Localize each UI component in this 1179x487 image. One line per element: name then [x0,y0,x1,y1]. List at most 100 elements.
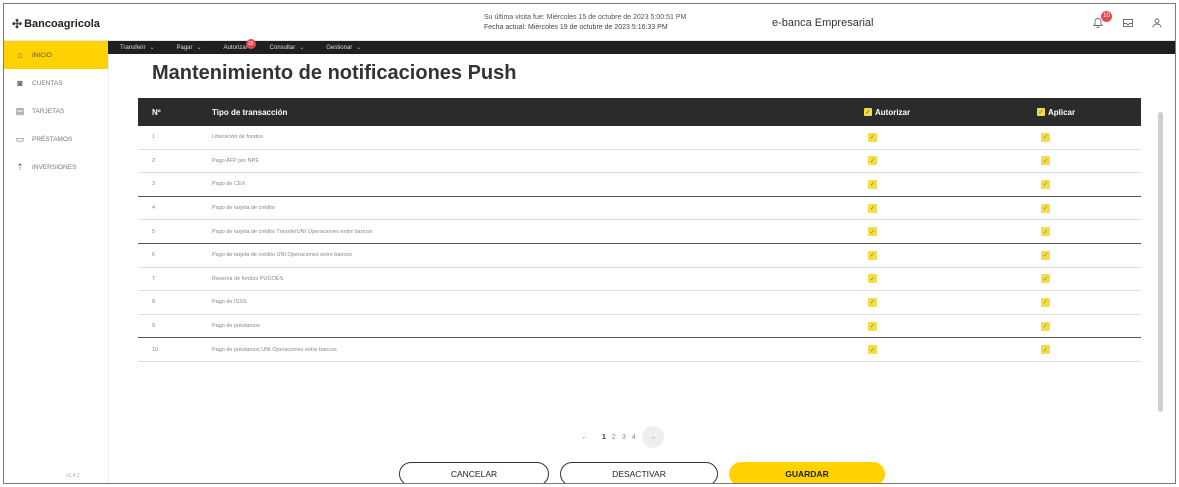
current-date-text: Fecha actual: Miércoles 19 de octubre de… [484,24,668,31]
nav-label: Pagar [176,44,193,51]
sidebar-item-label: PRÉSTAMOS [32,135,73,143]
table-row: 8 Pago de ISSS ✓ ✓ [138,291,1141,315]
aplicar-checkbox[interactable]: ✓ [1041,203,1050,213]
arrow-right-icon: → [649,433,657,441]
header-autorizar[interactable]: ✓ Autorizar [864,108,1037,117]
nav-label: Transferir [120,44,146,51]
nav-consultar[interactable]: Consultar ⌄ [269,44,305,52]
app-window: ✣ Bancoagricola Su última visita fue: Mi… [3,3,1176,484]
autorizar-count-badge: 10 [245,38,256,49]
autorizar-checkbox[interactable]: ✓ [868,297,877,307]
aplicar-checkbox[interactable]: ✓ [1041,274,1050,284]
sidebar-item-inversiones[interactable]: ⇡ INVERSIONES [4,153,108,181]
pagination: ← 1 2 3 4 → [574,426,664,448]
row-type: Reserva de fondos PUGOES [212,275,284,282]
aplicar-checkbox[interactable]: ✓ [1041,250,1050,260]
header-autorizar-label: Autorizar [875,107,911,117]
nav-autorizar[interactable]: Autorizar 10 [223,38,256,51]
home-icon: ⌂ [17,50,23,60]
prev-page-button[interactable]: ← [574,426,596,448]
row-type: Pago de tarjeta de crédito UNI Operacion… [212,252,353,259]
save-button[interactable]: GUARDAR [729,462,885,483]
bank-logo-text: Bancoagricola [24,18,100,30]
main-nav: Transferir ⌄ Pagar ⌄ Autorizar 10 Consul… [108,38,1175,54]
row-number: 10 [152,346,159,353]
page-title: Mantenimiento de notificaciones Push [152,62,517,84]
page-2[interactable]: 2 [612,434,616,441]
aplicar-checkbox[interactable]: ✓ [1041,345,1050,355]
table-header: Nº Tipo de transacción ✓ Autorizar ✓ Apl… [138,98,1141,126]
notifications-button[interactable]: 10 [1090,11,1112,31]
sidebar-item-label: INVERSIONES [32,163,77,171]
notification-count-badge: 10 [1101,11,1112,22]
inbox-icon [1123,19,1133,27]
vertical-scrollbar[interactable] [1158,112,1163,412]
deactivate-button[interactable]: DESACTIVAR [560,462,718,483]
sidebar-item-label: CUENTAS [32,79,63,87]
row-type: Pago de ISSS [212,299,247,306]
autorizar-checkbox[interactable]: ✓ [868,274,877,284]
next-page-button[interactable]: → [641,426,664,448]
table-row: 10 Pago de préstamos UNI Operaciones ent… [138,338,1141,362]
aplicar-checkbox[interactable]: ✓ [1041,156,1050,166]
nav-label: Consultar [269,44,296,51]
nav-gestionar[interactable]: Gestionar ⌄ [326,44,361,52]
bank-logo-icon: ✣ [12,17,23,31]
row-number: 5 [152,228,156,235]
autorizar-checkbox[interactable]: ✓ [868,179,877,189]
page-3[interactable]: 3 [622,434,626,441]
sidebar-item-tarjetas[interactable]: ▤ TARJETAS [4,97,108,125]
row-number: 6 [152,252,156,259]
aplicar-checkbox[interactable]: ✓ [1041,297,1050,307]
aplicar-checkbox[interactable]: ✓ [1041,227,1050,237]
sidebar-item-prestamos[interactable]: ▭ PRÉSTAMOS [4,125,108,153]
nav-label: Gestionar [326,44,353,51]
row-type: Pago de CEX [212,181,246,188]
user-icon [1152,18,1162,28]
portal-name: e-banca Empresarial [772,17,874,29]
cancel-button[interactable]: CANCELAR [399,462,549,483]
sidebar-item-inicio[interactable]: ⌂ INICIO [4,41,108,69]
row-number: 4 [152,205,156,212]
page-4[interactable]: 4 [632,434,636,441]
wallet-icon: ◙ [17,78,23,88]
chevron-down-icon: ⌄ [149,45,155,51]
aplicar-checkbox[interactable]: ✓ [1041,132,1050,142]
bank-logo[interactable]: ✣ Bancoagricola [12,17,100,31]
nav-transferir[interactable]: Transferir ⌄ [120,44,155,52]
row-number: 1 [152,134,156,141]
row-type: Pago de préstamos UNI Operaciones entre … [212,346,337,353]
table-row: 3 Pago de CEX ✓ ✓ [138,173,1141,197]
sidebar-item-cuentas[interactable]: ◙ CUENTAS [4,69,108,97]
autorizar-checkbox[interactable]: ✓ [868,250,877,260]
autorizar-checkbox[interactable]: ✓ [868,132,877,142]
investment-icon: ⇡ [16,161,24,172]
loan-icon: ▭ [15,133,25,144]
aplicar-checkbox[interactable]: ✓ [1041,321,1050,331]
user-menu-button[interactable] [1149,15,1165,31]
row-number: 8 [152,299,156,306]
card-icon: ▤ [15,105,25,116]
autorizar-checkbox[interactable]: ✓ [868,345,877,355]
autorizar-checkbox[interactable]: ✓ [868,321,877,331]
nav-label: Autorizar [223,44,248,51]
row-type: Pago de tarjeta de crédito TransferUNI O… [212,228,373,235]
page-1[interactable]: 1 [602,434,606,441]
table-row: 2 Pago AFP por NPE ✓ ✓ [138,150,1141,174]
header-type: Tipo de transacción [212,107,288,117]
autorizar-checkbox[interactable]: ✓ [868,227,877,237]
header-aplicar[interactable]: ✓ Aplicar [1037,108,1141,117]
aplicar-checkbox[interactable]: ✓ [1041,179,1050,189]
table-row: 6 Pago de tarjeta de crédito UNI Operaci… [138,244,1141,268]
header-aplicar-label: Aplicar [1048,107,1076,117]
notifications-table: Nº Tipo de transacción ✓ Autorizar ✓ Apl… [138,98,1141,362]
select-all-autorizar-checkbox[interactable]: ✓ [864,108,872,116]
nav-pagar[interactable]: Pagar ⌄ [176,44,201,52]
row-type: Pago de préstamos [212,323,260,330]
select-all-aplicar-checkbox[interactable]: ✓ [1037,108,1045,116]
messages-button[interactable] [1120,15,1136,31]
autorizar-checkbox[interactable]: ✓ [868,156,877,166]
top-header: ✣ Bancoagricola Su última visita fue: Mi… [4,4,1175,41]
autorizar-checkbox[interactable]: ✓ [868,203,877,213]
arrow-left-icon: ← [581,433,589,441]
